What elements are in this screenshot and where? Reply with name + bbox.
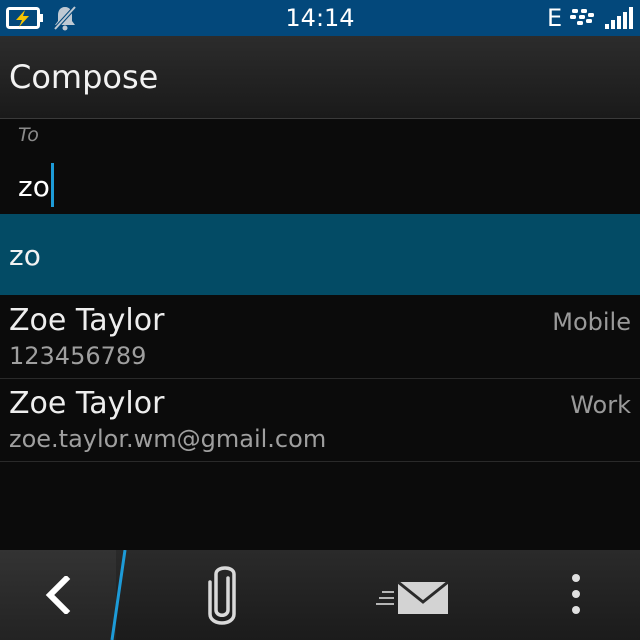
status-bar: 14:14 E (0, 0, 640, 36)
contact-suggestion-mobile[interactable]: Zoe Taylor Mobile 123456789 (0, 296, 640, 379)
contact-detail: 123456789 (9, 342, 147, 370)
contact-name: Zoe Taylor (9, 303, 165, 338)
overflow-menu-icon[interactable] (566, 572, 586, 622)
text-cursor (50, 163, 54, 207)
attach-icon[interactable] (204, 564, 240, 630)
send-icon[interactable] (376, 578, 452, 622)
contact-suggestion-work[interactable]: Zoe Taylor Work zoe.taylor.wm@gmail.com (0, 379, 640, 462)
clock: 14:14 (285, 4, 355, 32)
suggestion-typed-address[interactable]: zo (0, 214, 640, 295)
action-bar (0, 550, 640, 640)
network-type: E (547, 4, 563, 32)
blackberry-logo-icon (569, 8, 595, 32)
contact-detail: zoe.taylor.wm@gmail.com (9, 425, 327, 453)
page-title: Compose (9, 58, 159, 96)
to-input-field[interactable]: zo (0, 152, 640, 212)
contact-type: Work (570, 391, 631, 419)
to-input-text: zo (18, 170, 50, 203)
contact-name: Zoe Taylor (9, 386, 165, 421)
to-input-value[interactable]: zo (18, 163, 54, 210)
back-divider-accent (110, 550, 127, 640)
title-bar: Compose (0, 36, 640, 119)
suggestion-typed-label: zo (9, 239, 41, 272)
compose-screen: 14:14 E Compose To zo zo Zoe Taylor Mobi… (0, 0, 640, 640)
signal-strength-icon (604, 6, 634, 34)
to-label: To (18, 124, 39, 146)
contact-type: Mobile (552, 308, 631, 336)
